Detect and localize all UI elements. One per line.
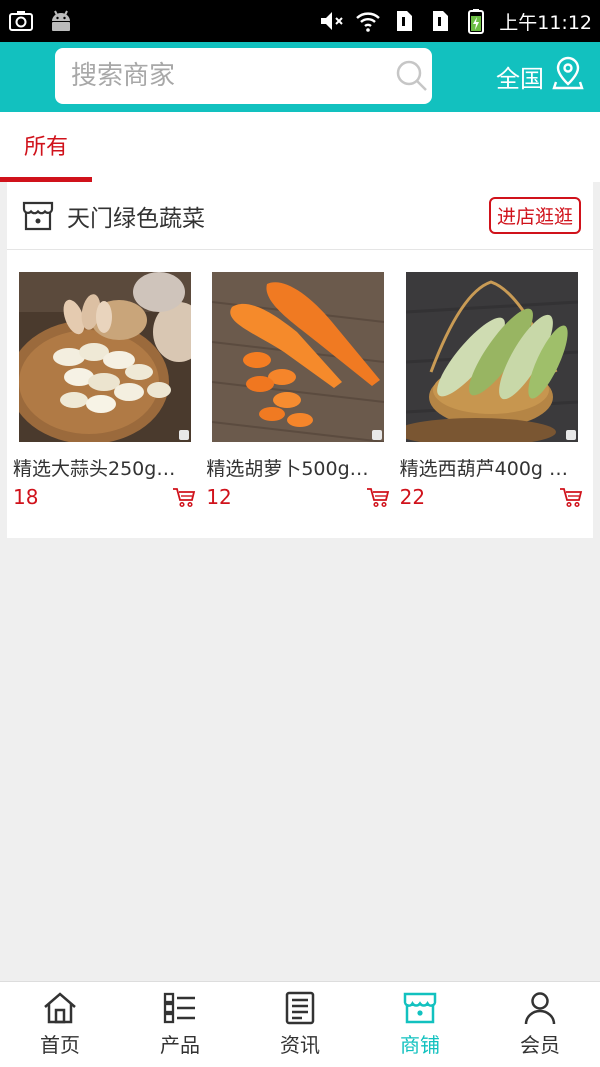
cart-icon[interactable] [172, 486, 196, 508]
search-box[interactable] [55, 48, 432, 104]
wifi-icon [355, 8, 381, 34]
nav-member[interactable]: 会员 [480, 982, 600, 1067]
nav-label: 商铺 [400, 1033, 440, 1057]
sim2-icon [427, 8, 453, 34]
search-icon[interactable] [395, 59, 429, 93]
product-item[interactable]: 精选胡萝卜500g… 12 [206, 272, 399, 509]
android-icon [48, 8, 74, 34]
nav-label: 首页 [40, 1033, 80, 1057]
screenshot-icon [8, 8, 34, 34]
product-price: 22 [399, 485, 426, 509]
nav-news[interactable]: 资讯 [240, 982, 360, 1067]
sim1-icon [391, 8, 417, 34]
news-icon [282, 991, 318, 1025]
header: 全国 [0, 42, 600, 112]
location-pin-icon [552, 56, 584, 96]
battery-icon [463, 8, 489, 34]
product-name[interactable]: 精选大蒜头250g… [13, 454, 199, 481]
nav-stores[interactable]: 商铺 [360, 982, 480, 1067]
store-header: 天门绿色蔬菜 进店逛逛 [7, 182, 593, 250]
store-name[interactable]: 天门绿色蔬菜 [67, 199, 205, 233]
product-item[interactable]: 精选大蒜头250g… 18 [13, 272, 206, 509]
product-image-garlic[interactable] [19, 272, 191, 442]
shop-icon [21, 199, 55, 233]
nav-label: 资讯 [280, 1033, 320, 1057]
region-selector[interactable]: 全国 [496, 56, 584, 96]
category-tabs: 所有 [0, 112, 600, 182]
product-item[interactable]: 精选西葫芦400g … 22 [400, 272, 593, 509]
nav-products[interactable]: 产品 [120, 982, 240, 1067]
nav-label: 会员 [520, 1033, 560, 1057]
list-icon [162, 991, 198, 1025]
status-bar: 上午11:12 [0, 0, 600, 42]
nav-home[interactable]: 首页 [0, 982, 120, 1067]
cart-icon[interactable] [366, 486, 390, 508]
user-icon [522, 991, 558, 1025]
home-icon [42, 991, 78, 1025]
zoom-icon [179, 430, 189, 440]
region-label: 全国 [496, 64, 544, 93]
product-name[interactable]: 精选西葫芦400g … [400, 454, 586, 481]
mute-icon [319, 8, 345, 34]
zoom-icon [372, 430, 383, 440]
product-image-zucchini[interactable] [405, 272, 578, 442]
product-image-carrot[interactable] [212, 272, 385, 442]
cart-icon[interactable] [559, 486, 583, 508]
search-input[interactable] [71, 61, 395, 91]
store-card: 天门绿色蔬菜 进店逛逛 精选大蒜头250g… 18 精选胡萝卜500g… 12 … [7, 182, 593, 538]
zoom-icon [565, 430, 576, 440]
store-icon [402, 991, 438, 1025]
nav-label: 产品 [160, 1033, 200, 1057]
product-name[interactable]: 精选胡萝卜500g… [206, 454, 392, 481]
product-list: 精选大蒜头250g… 18 精选胡萝卜500g… 12 精选西葫芦400g … … [7, 250, 593, 509]
product-price: 12 [206, 485, 232, 509]
bottom-nav: 首页 产品 资讯 商铺 会员 [0, 981, 600, 1067]
clock: 上午11:12 [499, 11, 592, 34]
tab-all[interactable]: 所有 [0, 112, 92, 182]
visit-store-button[interactable]: 进店逛逛 [488, 197, 581, 234]
product-price: 18 [13, 485, 39, 509]
